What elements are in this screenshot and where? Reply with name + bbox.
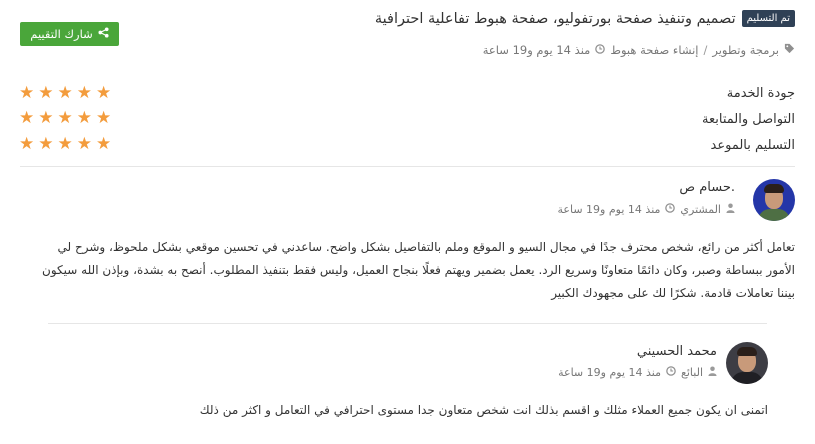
clock-icon <box>595 43 606 57</box>
star-icon: ★ <box>96 83 112 103</box>
star-icon: ★ <box>38 83 54 103</box>
section-divider <box>20 166 795 167</box>
star-icon: ★ <box>57 108 73 128</box>
review-card: تم التسليم تصميم وتنفيذ صفحة بورتفوليو، … <box>0 0 815 444</box>
seller-comment-time: منذ 14 يوم و19 ساعة <box>558 366 661 379</box>
status-badge: تم التسليم <box>741 10 795 27</box>
star-icon: ★ <box>19 134 35 154</box>
seller-role: البائع <box>681 366 703 379</box>
star-icon: ★ <box>57 134 73 154</box>
star-icon: ★ <box>38 108 54 128</box>
share-icon <box>98 27 109 41</box>
rating-label-communication: التواصل والمتابعة <box>702 112 795 127</box>
buyer-meta: المشتري منذ 14 يوم و19 ساعة <box>558 203 735 216</box>
buyer-name[interactable]: حسام ص. <box>679 180 735 195</box>
user-icon <box>708 366 717 379</box>
rating-label-quality: جودة الخدمة <box>726 86 795 101</box>
star-icon: ★ <box>96 134 112 154</box>
comment-line: تعامل أكثر من رائع، شخص محترف جدًا في مج… <box>57 240 796 254</box>
buyer-comment-time: منذ 14 يوم و19 ساعة <box>557 203 661 216</box>
project-meta: برمجة وتطوير / إنشاء صفحة هبوط منذ 14 يو… <box>483 43 795 57</box>
breadcrumb-separator: / <box>703 43 708 57</box>
rating-stars-delivery: ★ ★ ★ ★ ★ <box>19 136 111 153</box>
star-icon: ★ <box>76 134 92 154</box>
comment-divider <box>48 323 767 324</box>
clock-icon <box>666 366 676 379</box>
star-icon: ★ <box>96 108 112 128</box>
project-title[interactable]: تصميم وتنفيذ صفحة بورتفوليو، صفحة هبوط ت… <box>375 11 736 27</box>
comment-line: الأمور ببساطة وصبر، وكان دائمًا متعاونًا… <box>42 263 795 277</box>
seller-meta: البائع منذ 14 يوم و19 ساعة <box>558 366 717 379</box>
rating-stars-quality: ★ ★ ★ ★ ★ <box>19 85 111 102</box>
comment-line: بيننا تعاملات قادمة. شكرًا لك على مجهودك… <box>551 286 795 300</box>
seller-name[interactable]: محمد الحسيني <box>637 344 717 359</box>
clock-icon <box>665 203 676 216</box>
buyer-comment-text: تعامل أكثر من رائع، شخص محترف جدًا في مج… <box>20 236 795 305</box>
star-icon: ★ <box>57 83 73 103</box>
share-button-label: شارك التقييم <box>30 27 93 41</box>
rating-stars-communication: ★ ★ ★ ★ ★ <box>19 110 111 127</box>
rating-label-delivery: التسليم بالموعد <box>710 138 795 153</box>
tag-icon <box>784 43 795 57</box>
comment-line: اتمنى ان يكون جميع العملاء مثلك و اقسم ب… <box>199 403 768 417</box>
subcategory-link[interactable]: إنشاء صفحة هبوط <box>610 43 698 57</box>
avatar[interactable] <box>726 342 768 384</box>
avatar[interactable] <box>753 179 795 221</box>
category-link[interactable]: برمجة وتطوير <box>712 43 779 57</box>
share-review-button[interactable]: شارك التقييم <box>20 22 119 46</box>
star-icon: ★ <box>19 83 35 103</box>
buyer-role: المشتري <box>680 203 721 216</box>
star-icon: ★ <box>19 108 35 128</box>
review-header: تم التسليم تصميم وتنفيذ صفحة بورتفوليو، … <box>375 10 795 27</box>
star-icon: ★ <box>76 83 92 103</box>
seller-comment-text: اتمنى ان يكون جميع العملاء مثلك و اقسم ب… <box>38 399 768 422</box>
review-time: منذ 14 يوم و19 ساعة <box>482 43 591 57</box>
user-icon <box>726 203 735 216</box>
star-icon: ★ <box>76 108 92 128</box>
star-icon: ★ <box>38 134 54 154</box>
